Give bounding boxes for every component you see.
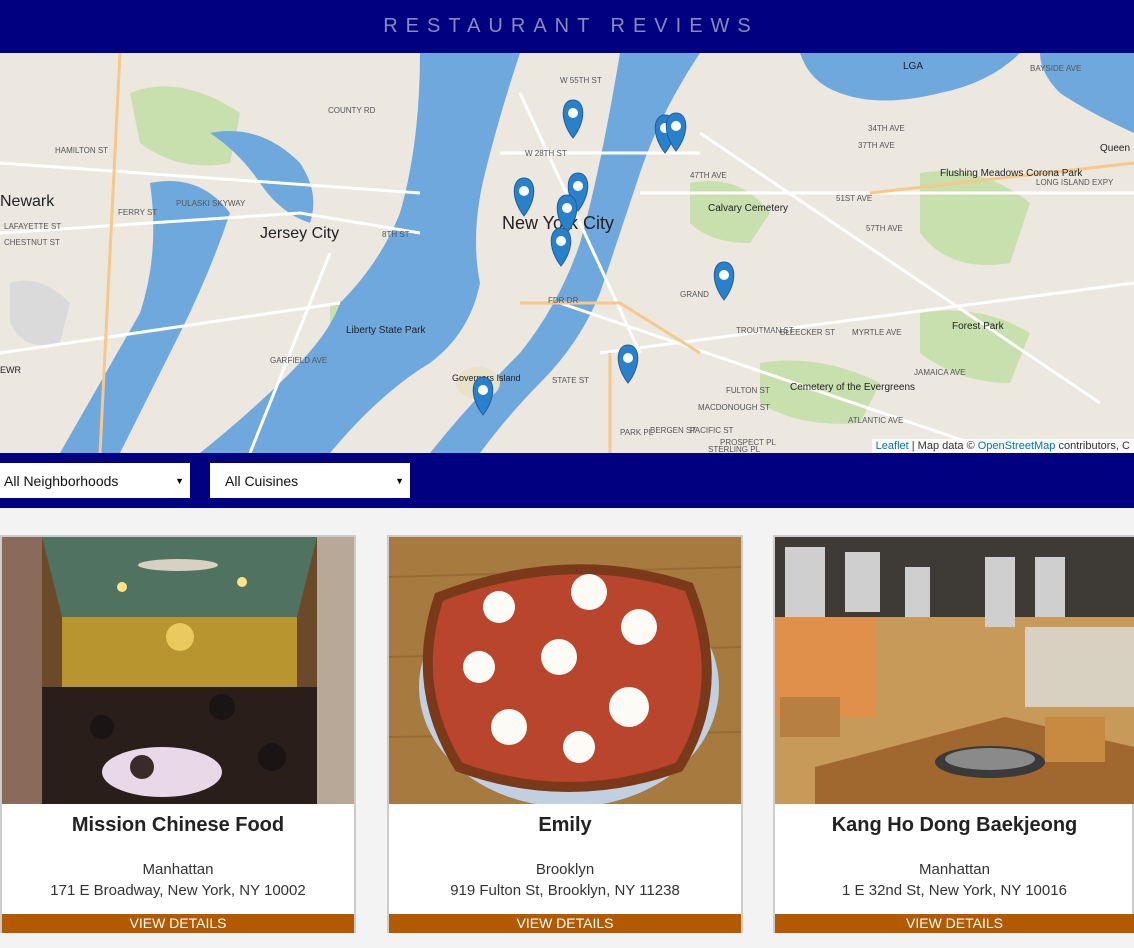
map-label-liberty: Liberty State Park — [346, 325, 426, 336]
restaurant-address: 171 E Broadway, New York, NY 10002 — [50, 882, 306, 899]
street-label: STATE ST — [552, 376, 589, 385]
street-label: LAFAYETTE ST — [4, 222, 61, 231]
map-marker-dot — [478, 385, 488, 395]
attribution-suffix: contributors, C — [1055, 440, 1130, 452]
map-label-queen: Queen — [1100, 143, 1130, 154]
map-label-calvary: Calvary Cemetery — [708, 203, 788, 214]
map-marker-dot — [671, 121, 681, 131]
attribution-text: | Map data © — [908, 440, 978, 452]
street-label: FDR DR — [548, 296, 578, 305]
cuisine-select-value: All Cuisines — [225, 472, 299, 489]
street-label: HAMILTON ST — [55, 146, 108, 155]
street-label: 8TH ST — [382, 230, 410, 239]
restaurant-name: Emily — [538, 814, 592, 836]
map-marker-dot — [719, 270, 729, 280]
dropdown-arrow-icon: ▼ — [395, 475, 404, 486]
restaurant-address: 1 E 32nd St, New York, NY 10016 — [842, 882, 1067, 899]
street-label: GRAND — [680, 290, 709, 299]
street-label: ATLANTIC AVE — [848, 416, 903, 425]
street-label: PARK PL — [620, 428, 654, 437]
street-label: W 28TH ST — [525, 149, 567, 158]
restaurant-name: Kang Ho Dong Baekjeong — [831, 814, 1078, 836]
site-title[interactable]: RESTAURANT REVIEWS — [375, 15, 759, 38]
leaflet-link[interactable]: Leaflet — [876, 440, 909, 452]
street-label: MYRTLE AVE — [852, 328, 902, 337]
street-label: 51ST AVE — [836, 194, 872, 203]
street-label: JAMAICA AVE — [914, 368, 965, 377]
map-marker-dot — [623, 353, 633, 363]
neighborhood-select[interactable]: All Neighborhoods ▼ — [0, 463, 190, 498]
street-label: TROUTMAN ST — [736, 326, 794, 335]
map-attribution: Leaflet | Map data © OpenStreetMap contr… — [871, 439, 1134, 453]
restaurant-photo — [2, 537, 354, 804]
view-details-button[interactable]: VIEW DETAILS — [2, 914, 354, 933]
osm-link[interactable]: OpenStreetMap — [978, 440, 1056, 452]
street-label: BAYSIDE AVE — [1030, 64, 1081, 73]
restaurant-photo — [775, 537, 1134, 804]
restaurant-name: Mission Chinese Food — [71, 814, 285, 836]
street-label: 47TH AVE — [690, 171, 727, 180]
view-details-button[interactable]: VIEW DETAILS — [775, 914, 1134, 933]
map-marker-dot — [519, 186, 529, 196]
restaurant-card: Mission Chinese Food Manhattan 171 E Bro… — [0, 535, 356, 933]
restaurant-card: Kang Ho Dong Baekjeong Manhattan 1 E 32n… — [773, 535, 1134, 933]
filter-bar: All Neighborhoods ▼ All Cuisines ▼ — [0, 453, 1134, 508]
map-marker-dot — [562, 203, 572, 213]
map-label-evergreens: Cemetery of the Evergreens — [790, 382, 915, 393]
map-marker-dot — [573, 181, 583, 191]
restaurant-address: 919 Fulton St, Brooklyn, NY 11238 — [450, 882, 680, 899]
site-header: RESTAURANT REVIEWS — [0, 0, 1134, 53]
cuisine-select[interactable]: All Cuisines ▼ — [210, 463, 410, 498]
map[interactable]: Newark Jersey City New York City Liberty… — [0, 53, 1134, 453]
street-label: 34TH AVE — [868, 124, 905, 133]
restaurant-neighborhood: Brooklyn — [535, 861, 595, 878]
map-marker-dot — [568, 108, 578, 118]
street-label: STERLING PL — [708, 445, 761, 453]
restaurant-neighborhood: Manhattan — [919, 861, 990, 878]
restaurant-card: Emily Brooklyn 919 Fulton St, Brooklyn, … — [387, 535, 743, 933]
neighborhood-select-value: All Neighborhoods — [4, 472, 119, 489]
restaurant-neighborhood: Manhattan — [142, 861, 214, 878]
map-label-newark: Newark — [0, 193, 55, 210]
street-label: FERRY ST — [118, 208, 157, 217]
street-label: W 55TH ST — [560, 76, 602, 85]
street-label: LONG ISLAND EXPY — [1036, 178, 1114, 187]
map-label-lga: LGA — [903, 61, 923, 72]
map-marker-dot — [556, 236, 566, 246]
restaurant-photo — [389, 537, 741, 804]
street-label: GARFIELD AVE — [270, 356, 327, 365]
map-label-jersey-city: Jersey City — [260, 225, 339, 242]
street-label: CHESTNUT ST — [4, 238, 60, 247]
street-label: PACIFIC ST — [690, 426, 734, 435]
map-tiles[interactable]: Newark Jersey City New York City Liberty… — [0, 53, 1134, 453]
street-label: COUNTY RD — [328, 106, 376, 115]
street-label: FULTON ST — [726, 386, 770, 395]
dropdown-arrow-icon: ▼ — [175, 475, 184, 486]
street-label: 57TH AVE — [866, 224, 903, 233]
street-label: MACDONOUGH ST — [698, 403, 770, 412]
street-label: PULASKI SKYWAY — [176, 199, 246, 208]
street-label: 37TH AVE — [858, 141, 895, 150]
view-details-button[interactable]: VIEW DETAILS — [389, 914, 741, 933]
map-label-forest-park: Forest Park — [952, 321, 1005, 332]
map-label-ewr: EWR — [0, 365, 21, 375]
